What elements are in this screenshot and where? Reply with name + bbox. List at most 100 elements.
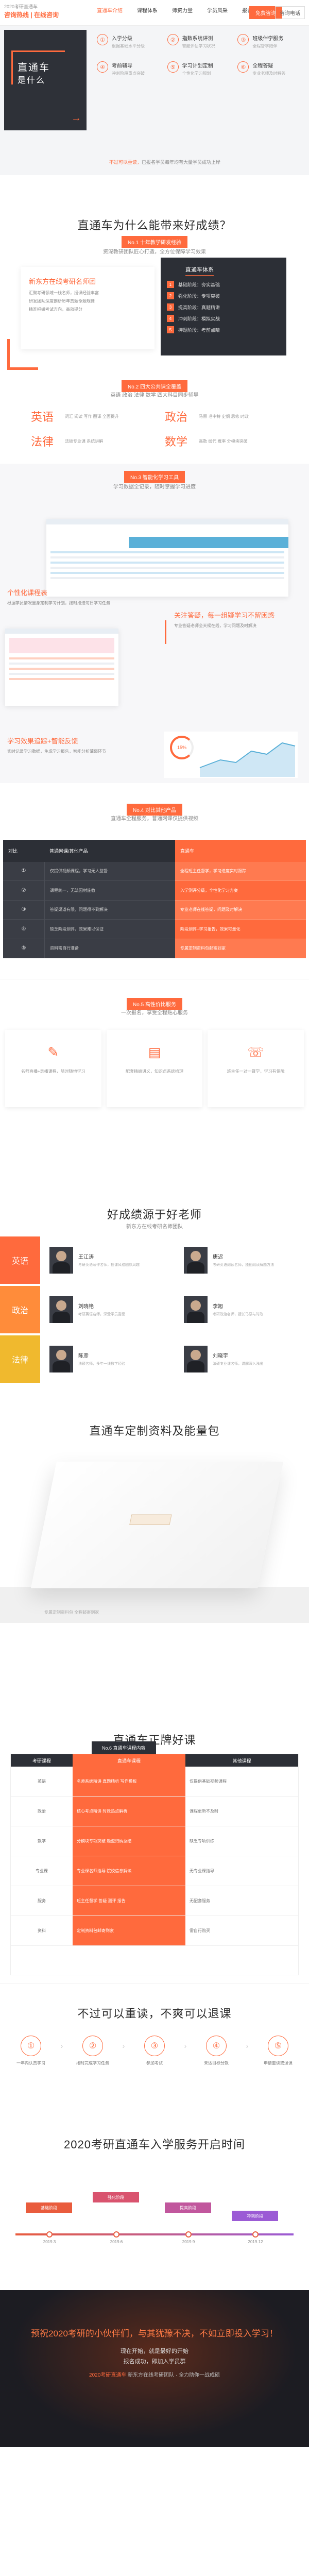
compare-cell-other: 答疑渠道有限，问题得不到解决 — [44, 900, 175, 920]
compare-cell-ours: 专属定制资料包邮寄到家 — [175, 939, 306, 958]
hero-feature: ① 入学分级 根据基础水平分级 — [97, 34, 162, 49]
teacher-name: 李旭 — [213, 1304, 223, 1310]
compare-row-key: ⑤ — [3, 939, 44, 958]
subject-desc: 词汇 阅读 写作 翻译 全面提升 — [65, 414, 119, 419]
package-floor — [0, 1587, 309, 1623]
system-row: 4 冲刺阶段：模拟实战 — [167, 315, 280, 322]
tracking-feature-title: 学习效果追踪+智能反馈 — [7, 737, 78, 745]
hero-tip: 不过可以重读，已报名学员每年均有大量学员成功上岸 — [109, 159, 220, 165]
value-section: No.5 高性价比服务 一次报名，享受全程贴心服务 ✎ 名师直播+录播课程，随时随… — [0, 979, 309, 1195]
feature-desc: 冲刺阶段重点突破 — [112, 71, 145, 76]
step-number-icon: 2 — [167, 292, 174, 299]
refund-flow: ① 一年内认真学习 › ② 按时完成学习任务 › ③ 参加考试 › ④ 未达目标分数 ›… — [10, 2036, 299, 2066]
why-section: 直通车为什么能带来好成绩？ No.1 十年教学研发经验 资深教研团队匠心打造，全… — [0, 175, 309, 464]
arrow-right-icon: › — [122, 2042, 125, 2050]
value-tag: No.5 高性价比服务 — [127, 998, 182, 1010]
value-card: ✎ 名师直播+录播课程，随时随地学习 — [5, 1030, 101, 1107]
hero-tip-prefix: 不过可以重读， — [109, 160, 142, 165]
refund-step: ② 按时完成学习任务 — [72, 2036, 113, 2066]
subject-name: 法律 — [31, 435, 54, 448]
compare-cell-ours: 入学测评分级，个性化学习方案 — [175, 881, 306, 901]
timeline-dot — [46, 2231, 53, 2238]
teacher-team-line: 研发团队深度剖析历年真题命题规律 — [29, 299, 95, 303]
timeline-title: 2020考研直通车入学服务开启时间 — [64, 2138, 245, 2151]
timeline-stage: 提高阶段 — [165, 2202, 211, 2213]
nav-item-students[interactable]: 学员风采 — [207, 6, 228, 14]
teacher-desc: 考研政治名师，擅长马原与时政 — [213, 1313, 263, 1316]
step-icon: ④ — [205, 2036, 227, 2056]
subject-item: 数学 高数 线代 概率 分模块突破 — [154, 433, 288, 449]
refund-title: 不过可以重读，不爽可以退课 — [77, 2007, 232, 2020]
subjects-tag: No.2 四大公共课全覆盖 — [122, 380, 187, 392]
teachers-title: 好成绩源于好老师 — [107, 1208, 202, 1221]
teachers-section: 好成绩源于好老师 新东方在线考研名师团队 英语 王江涛 考研英语写作名师，授课风格… — [0, 1195, 309, 1401]
nav-item-intro[interactable]: 直通车介绍 — [97, 6, 123, 14]
compare-row-key: ③ — [3, 900, 44, 920]
phone-icon: ☏ — [247, 1044, 264, 1060]
teacher-desc: 考研英语写作名师，授课风格幽默风趣 — [78, 1263, 140, 1267]
timeline-stage: 基础阶段 — [26, 2202, 72, 2213]
schedule-feature-desc: 根据学员情况量身定制学习计划，按时推送每日学习任务 — [7, 601, 110, 605]
good-class-other: 课程更新不及时 — [185, 1797, 298, 1826]
system-row-text: 强化阶段：专项突破 — [178, 293, 220, 299]
value-subtitle: 一次报名，享受全程贴心服务 — [121, 1010, 188, 1016]
teacher-card[interactable]: 李旭考研政治名师，擅长马原与时政 — [175, 1286, 309, 1333]
avatar — [184, 1296, 208, 1323]
schedule-feature: 个性化课程表 根据学员情况量身定制学习计划，按时推送每日学习任务 — [7, 587, 115, 606]
timeline-dot — [113, 2231, 119, 2238]
step-number-icon: 3 — [167, 303, 174, 311]
system-row: 1 基础阶段：夯实基础 — [167, 281, 280, 288]
hero-feature: ③ 班级伴学服务 全程督学陪伴 — [237, 34, 303, 49]
teacher-subject: 英语 — [0, 1236, 40, 1284]
good-class-ours: 定制资料包邮寄到家 — [73, 1916, 185, 1946]
compare-header: 对比 — [3, 840, 44, 862]
subject-name: 数学 — [165, 435, 188, 448]
teacher-card[interactable]: 王江涛 考研英语写作名师，授课风格幽默风趣 — [40, 1236, 175, 1284]
timeline-section: 2020考研直通车入学服务开启时间 基础阶段 强化阶段 提高阶段 冲刺阶段 20… — [0, 2120, 309, 2290]
subject-item: 英语 词汇 阅读 写作 翻译 全面提升 — [21, 408, 154, 425]
refund-step-desc: 参加考试 — [146, 2061, 163, 2065]
system-card: 直通车体系 1 基础阶段：夯实基础 2 强化阶段：专项突破 3 提高阶段：真题精讲 4… — [161, 258, 286, 355]
nav-item-courses[interactable]: 课程体系 — [137, 6, 158, 14]
compare-cell-ours: 阶段测评+学习报告，效果可量化 — [175, 920, 306, 939]
teacher-card[interactable]: 刘晓宇 法硕专业课名师，讲解深入浅出 — [175, 1335, 309, 1383]
tel-button[interactable]: 咨询电话 — [275, 6, 305, 19]
hero-card-title: 直通车 — [18, 62, 50, 73]
nav-item-teachers[interactable]: 师资力量 — [172, 6, 193, 14]
compare-table: 对比 普通网课/其他产品 直通车 ① 仅提供视频课程，学习无人监督 全程班主任督… — [3, 840, 306, 958]
arrow-right-icon: → — [71, 112, 81, 124]
compare-row-key: ② — [3, 881, 44, 901]
book-icon: ▤ — [148, 1044, 161, 1060]
good-class-ours: 核心考点精讲 时政热点解析 — [73, 1797, 185, 1826]
corner-decoration — [7, 339, 38, 370]
feature-icon: ② — [167, 34, 179, 45]
teacher-team-line: 汇聚考研领域一线名师，授课经验丰富 — [29, 291, 99, 295]
subject-desc: 高数 线代 概率 分模块突破 — [199, 438, 248, 444]
teacher-card[interactable]: 刘晓艳 考研英语名师，深受学员喜爱 — [40, 1286, 175, 1333]
footer-bottom-text: 新东方在线考研团队 · 全力助你一战成硕 — [128, 2372, 220, 2378]
teacher-card[interactable]: 陈彦 法硕名师，多年一线教学经验 — [40, 1335, 175, 1383]
good-class-table: 考研课程 直通车课程 其他课程 英语 名师系统精讲 真题精析 写作模板 仅提供基础视… — [10, 1754, 299, 1975]
feature-desc: 个性化学习规划 — [182, 71, 211, 76]
step-number-icon: 1 — [167, 281, 174, 288]
tracking-feature: 学习效果追踪+智能反馈 实时记录学习数据，生成学习报告，智能分析薄弱环节 — [7, 736, 126, 755]
logo-line2[interactable]: 咨询热线 | 在线咨询 — [4, 10, 59, 19]
step-icon: ② — [82, 2036, 103, 2056]
good-class-other: 缺乏专项训练 — [185, 1826, 298, 1856]
good-class-other: 无专业课指导 — [185, 1856, 298, 1886]
top-nav: 直通车介绍 课程体系 师资力量 学员风采 报名流程 — [97, 6, 263, 14]
system-row: 3 提高阶段：真题精讲 — [167, 303, 280, 311]
teacher-card[interactable]: 唐迟 考研英语阅读名师，独创阅读解题方法 — [175, 1236, 309, 1284]
compare-cell-other: 缺乏阶段测评，效果难以保证 — [44, 920, 175, 939]
compare-subtitle: 直通车全程服务，普通网课仅提供视频 — [111, 816, 198, 822]
header: 2020考研直通车 咨询热线 | 在线咨询 直通车介绍 课程体系 师资力量 学员… — [0, 0, 309, 26]
teacher-name: 刘晓宇 — [213, 1353, 228, 1359]
timeline-date: 2019.6 — [110, 2240, 123, 2244]
system-row-text: 提高阶段：真题精讲 — [178, 304, 220, 310]
compare-row-key: ④ — [3, 920, 44, 939]
hero-feature: ⑤ 学习计划定制 个性化学习规划 — [167, 61, 233, 76]
teacher-subject: 政治 — [0, 1286, 40, 1333]
footer-bottom: 2020考研直通车 新东方在线考研团队 · 全力助你一战成硕 — [0, 2370, 309, 2378]
feature-desc: 智能评估学习状况 — [182, 44, 215, 48]
timeline-stage: 强化阶段 — [93, 2192, 139, 2202]
